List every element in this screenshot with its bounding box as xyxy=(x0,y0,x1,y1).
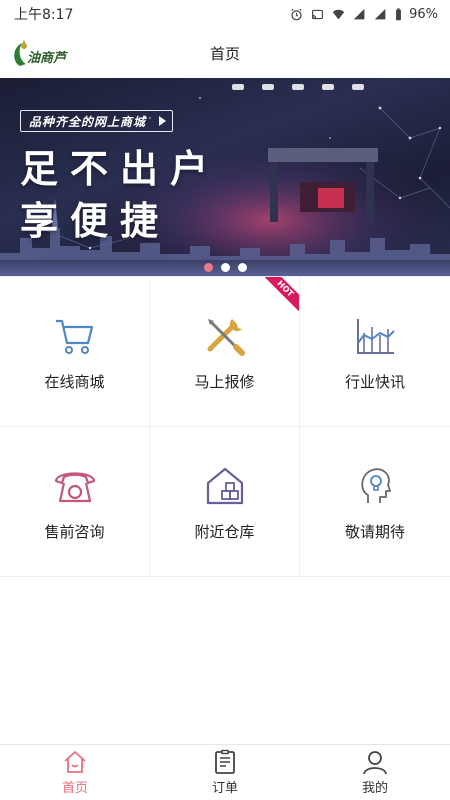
battery-percent: 96% xyxy=(409,6,438,22)
status-bar: 上午8:17 96% xyxy=(0,0,450,28)
alarm-icon xyxy=(291,8,302,20)
tab-label: 订单 xyxy=(211,781,238,796)
bottom-tab-bar: 首页 订单 我的 xyxy=(0,744,450,800)
carousel-indicator xyxy=(0,263,450,272)
banner-headline-1: 足不出户 xyxy=(20,147,221,191)
app-header: 油商芦 首页 xyxy=(0,28,450,78)
tab-orders[interactable]: 订单 xyxy=(150,745,300,800)
battery-icon xyxy=(396,7,402,20)
tab-home[interactable]: 首页 xyxy=(0,745,150,800)
banner-tagline-text: 品种齐全的网上商城 xyxy=(29,114,147,129)
grid-item-coming-soon[interactable]: 敬请期待 xyxy=(300,427,450,577)
app-logo[interactable]: 油商芦 xyxy=(10,36,72,70)
telephone-icon xyxy=(54,472,95,503)
shopping-cart-icon xyxy=(55,319,93,354)
warehouse-icon xyxy=(206,467,243,505)
user-icon xyxy=(363,751,387,775)
grid-item-industry-news[interactable]: 行业快讯 xyxy=(300,277,450,427)
banner-headline-2: 享便捷 xyxy=(20,199,171,243)
svg-text:油商芦: 油商芦 xyxy=(27,50,69,66)
carousel-dot-1[interactable] xyxy=(203,263,213,272)
grid-item-label: 行业快讯 xyxy=(344,373,405,391)
signal-icon xyxy=(353,8,365,19)
status-right: 96% xyxy=(289,7,438,22)
grid-item-label: 敬请期待 xyxy=(344,523,405,541)
status-time: 上午8:17 xyxy=(14,7,74,23)
cast-icon xyxy=(312,9,324,19)
carousel-dot-3[interactable] xyxy=(237,263,247,272)
home-icon xyxy=(64,751,86,773)
grid-item-repair[interactable]: HOT 马上报修 xyxy=(150,277,300,427)
tab-mine[interactable]: 我的 xyxy=(300,745,450,800)
repair-tools-icon xyxy=(207,319,245,356)
order-list-icon xyxy=(215,749,235,774)
play-arrow-icon xyxy=(159,116,167,126)
page-title: 首页 xyxy=(209,44,240,63)
grid-item-presale-consult[interactable]: 售前咨询 xyxy=(0,427,150,577)
grid-item-label: 附近仓库 xyxy=(194,523,255,541)
wifi-icon xyxy=(332,9,345,19)
tab-label: 我的 xyxy=(361,781,388,796)
status-left: 上午8:17 xyxy=(14,4,73,24)
carousel-dot-2[interactable] xyxy=(220,263,230,272)
grid-item-label: 在线商城 xyxy=(44,373,105,391)
signal-icon-2 xyxy=(374,8,386,19)
idea-head-icon xyxy=(361,468,391,503)
tab-label: 首页 xyxy=(61,781,88,796)
grid-item-label: 售前咨询 xyxy=(44,523,105,541)
hot-badge: HOT xyxy=(265,277,299,311)
banner-tagline: 品种齐全的网上商城 xyxy=(20,110,174,132)
feature-grid: 在线商城 HOT 马上报修 行业快讯 售前咨询 附近仓库 敬请期待 xyxy=(0,276,450,577)
hot-badge-text: HOT xyxy=(265,277,299,311)
grid-item-label: 马上报修 xyxy=(194,373,255,391)
promo-banner[interactable]: 品种齐全的网上商城 足不出户 享便捷 xyxy=(0,78,450,276)
chart-icon xyxy=(357,319,395,354)
grid-item-nearby-warehouse[interactable]: 附近仓库 xyxy=(150,427,300,577)
grid-item-online-mall[interactable]: 在线商城 xyxy=(0,277,150,427)
